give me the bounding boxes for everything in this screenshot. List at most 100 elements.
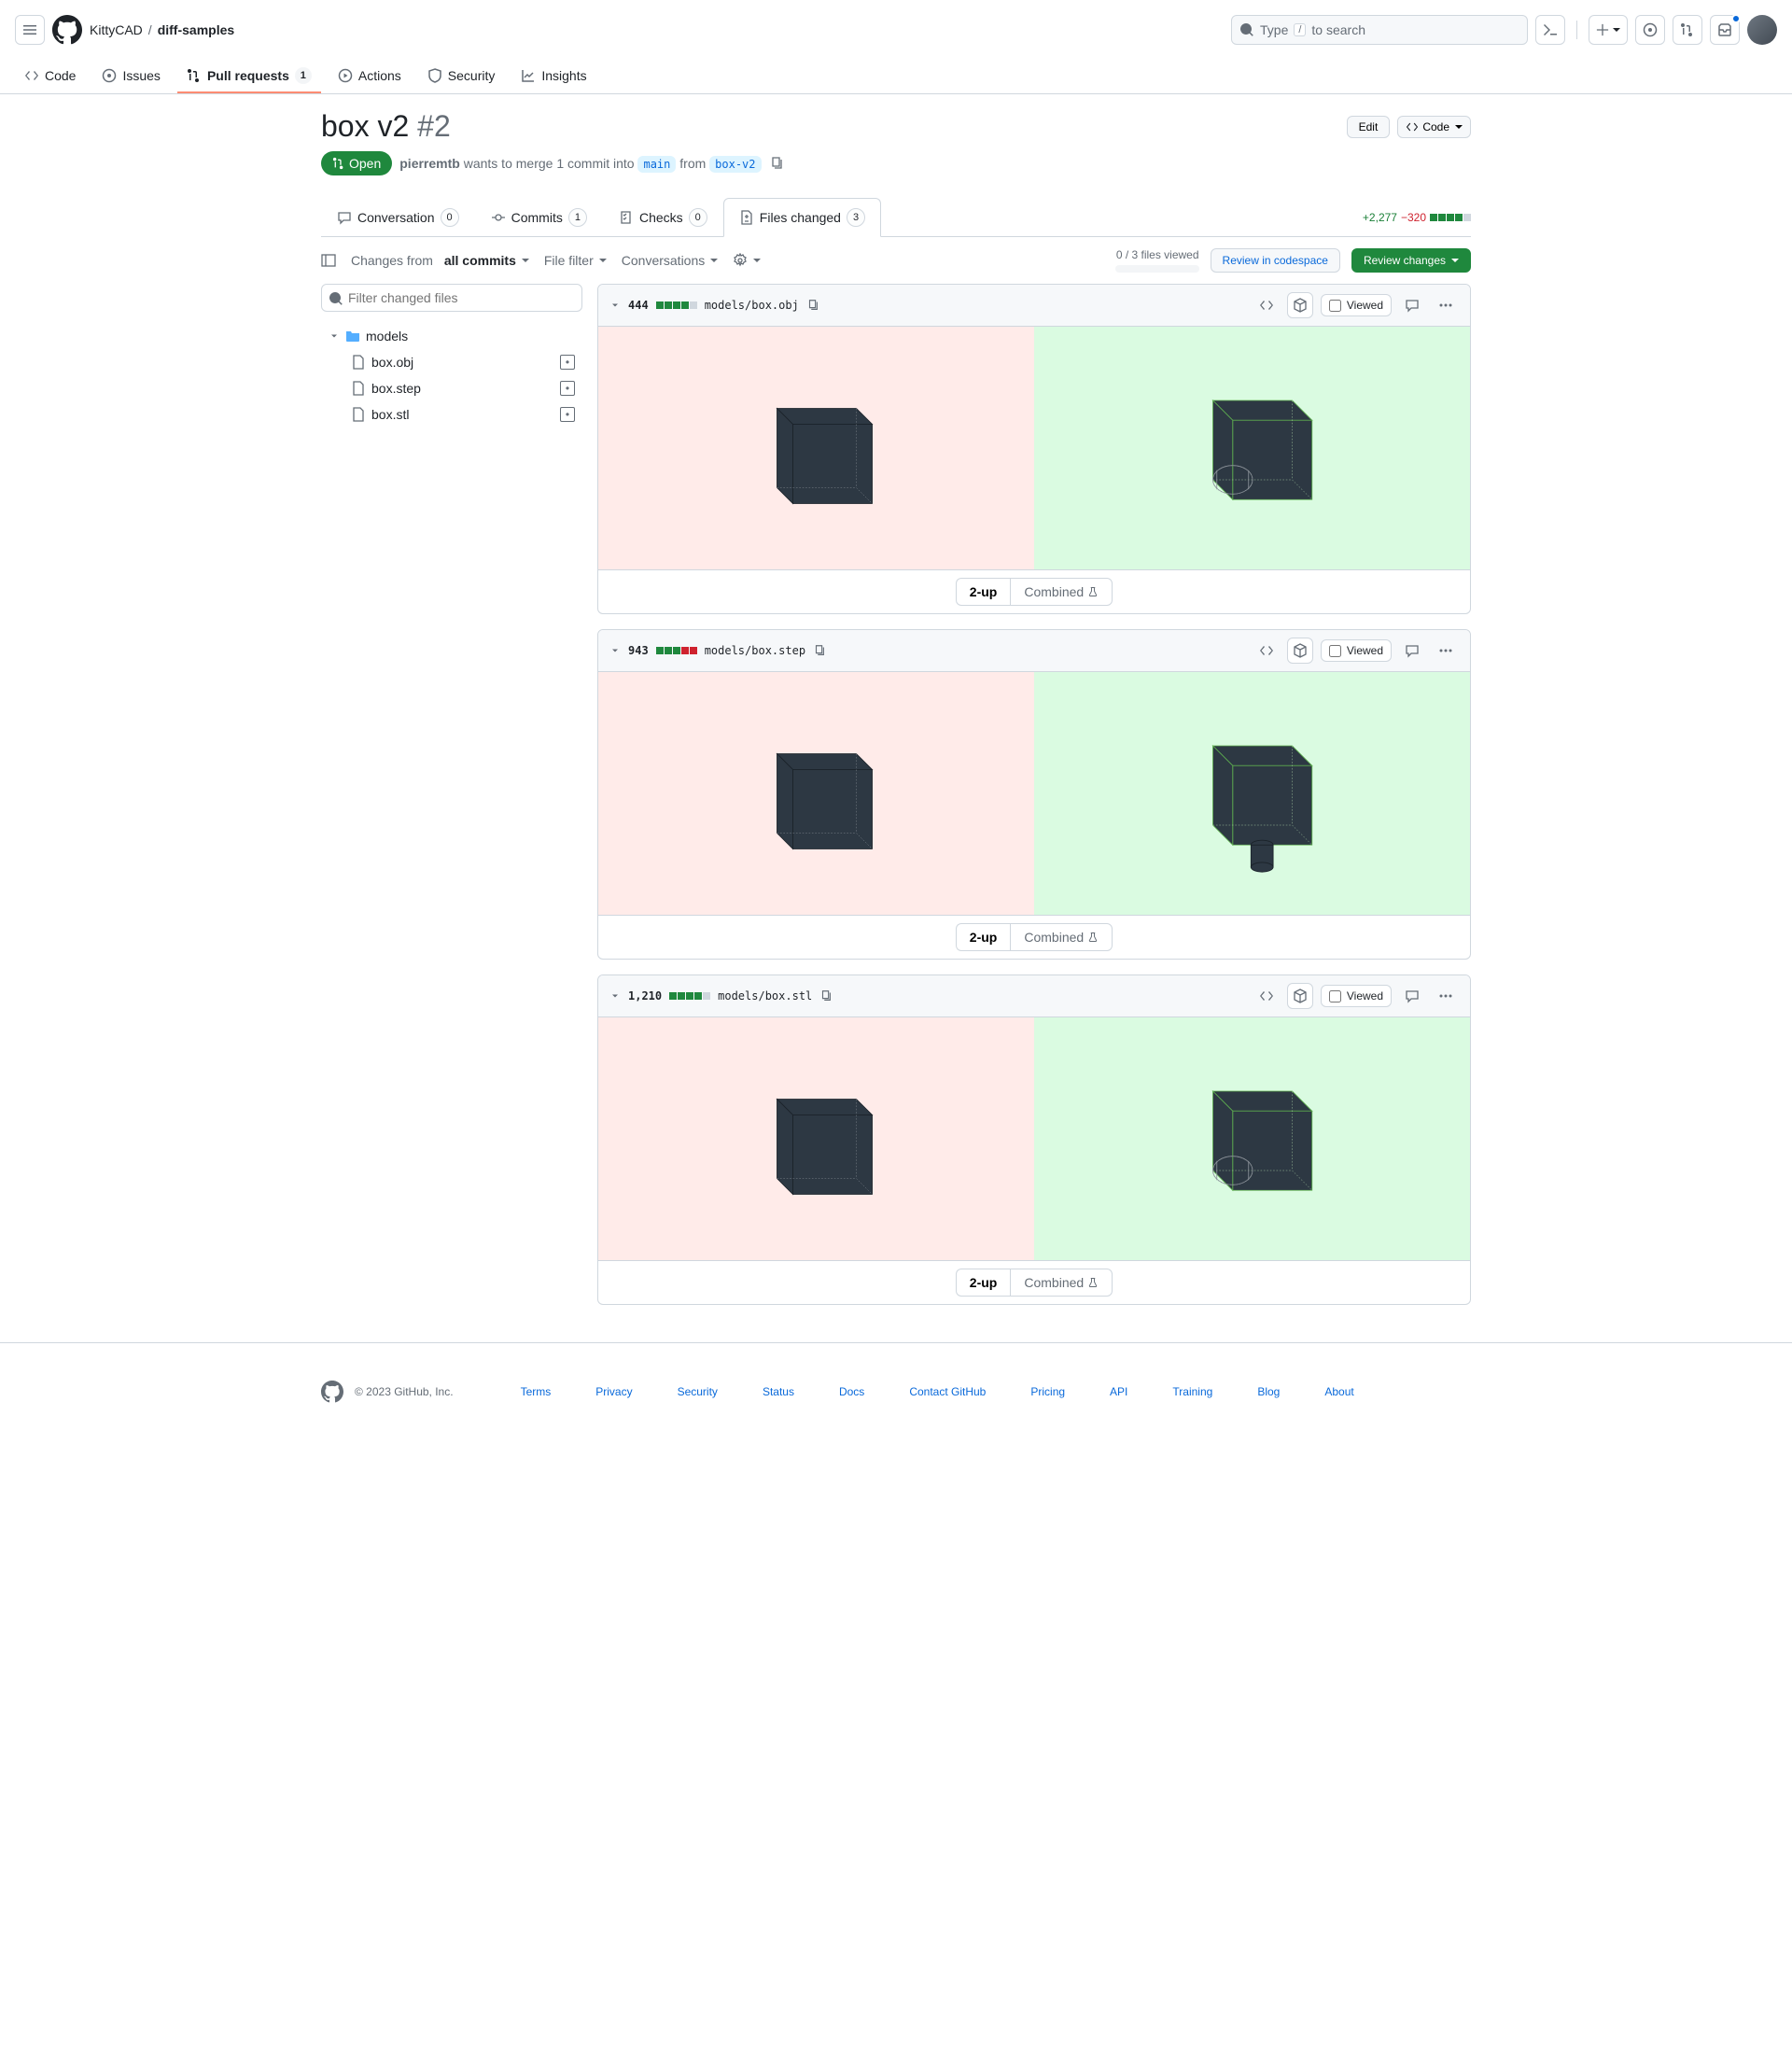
footer-link[interactable]: Docs [839, 1385, 864, 1398]
diff-new-preview[interactable] [1034, 327, 1470, 569]
shield-icon [427, 68, 442, 83]
comment-button[interactable] [1399, 983, 1425, 1009]
combined-button[interactable]: Combined [1010, 923, 1113, 951]
diff-old-preview[interactable] [598, 672, 1034, 915]
tree-folder-models[interactable]: models [321, 323, 582, 349]
tree-file[interactable]: box.step• [321, 375, 582, 401]
edit-button[interactable]: Edit [1347, 116, 1391, 138]
nav-actions[interactable]: Actions [329, 60, 411, 93]
review-codespace-button[interactable]: Review in codespace [1211, 248, 1340, 273]
hamburger-menu[interactable] [15, 15, 45, 45]
filter-files-input[interactable] [321, 284, 582, 312]
footer-link[interactable]: API [1110, 1385, 1127, 1398]
nav-insights[interactable]: Insights [511, 60, 595, 93]
footer-link[interactable]: Terms [521, 1385, 552, 1398]
footer-link[interactable]: Training [1172, 1385, 1212, 1398]
base-branch[interactable]: main [637, 156, 676, 173]
tree-file[interactable]: box.stl• [321, 401, 582, 428]
search-icon [329, 291, 343, 306]
diff-new-preview[interactable] [1034, 672, 1470, 915]
two-up-button[interactable]: 2-up [956, 923, 1011, 951]
conversations-dropdown[interactable]: Conversations [622, 253, 719, 268]
viewed-checkbox[interactable]: Viewed [1321, 985, 1392, 1007]
comment-button[interactable] [1399, 638, 1425, 664]
rendered-view-button[interactable] [1287, 983, 1313, 1009]
sidebar-toggle[interactable] [321, 253, 336, 268]
footer-link[interactable]: Pricing [1030, 1385, 1065, 1398]
source-view-button[interactable] [1253, 638, 1280, 664]
kebab-menu[interactable] [1433, 638, 1459, 664]
issue-icon [1643, 22, 1658, 37]
modified-badge: • [560, 355, 575, 370]
search-input[interactable]: Type / to search [1231, 15, 1528, 45]
file-filter-dropdown[interactable]: File filter [544, 253, 607, 268]
rendered-view-button[interactable] [1287, 638, 1313, 664]
pr-author[interactable]: pierremtb [399, 156, 460, 171]
search-icon [1239, 22, 1254, 37]
breadcrumb-repo[interactable]: diff-samples [158, 22, 234, 37]
issues-button[interactable] [1635, 15, 1665, 45]
nav-issues[interactable]: Issues [92, 60, 169, 93]
combined-button[interactable]: Combined [1010, 578, 1113, 606]
chevron-down-icon[interactable] [609, 300, 621, 311]
source-view-button[interactable] [1253, 983, 1280, 1009]
copy-icon[interactable] [813, 644, 826, 657]
file-path[interactable]: models/box.step [705, 644, 805, 657]
footer-link[interactable]: Status [763, 1385, 794, 1398]
comment-button[interactable] [1399, 292, 1425, 318]
notifications-button[interactable] [1710, 15, 1740, 45]
tree-file[interactable]: box.obj• [321, 349, 582, 375]
pull-requests-button[interactable] [1673, 15, 1702, 45]
rendered-view-button[interactable] [1287, 292, 1313, 318]
kebab-menu[interactable] [1433, 292, 1459, 318]
nav-security[interactable]: Security [418, 60, 505, 93]
chevron-down-icon[interactable] [609, 990, 621, 1002]
footer-link[interactable]: Contact GitHub [909, 1385, 986, 1398]
create-new-button[interactable] [1589, 15, 1628, 45]
footer-link[interactable]: Privacy [595, 1385, 632, 1398]
code-icon [1259, 988, 1274, 1003]
chevron-down-icon[interactable] [609, 645, 621, 656]
review-changes-button[interactable]: Review changes [1351, 248, 1471, 273]
combined-button[interactable]: Combined [1010, 1269, 1113, 1297]
pr-title: box v2 #2 [321, 109, 451, 144]
viewed-checkbox[interactable]: Viewed [1321, 294, 1392, 316]
source-view-button[interactable] [1253, 292, 1280, 318]
tab-files-changed[interactable]: Files changed 3 [723, 198, 881, 237]
two-up-button[interactable]: 2-up [956, 1269, 1011, 1297]
changes-from-dropdown[interactable]: Changes from all commits [351, 253, 529, 268]
copy-icon[interactable] [806, 299, 819, 312]
file-path[interactable]: models/box.stl [718, 989, 812, 1002]
pull-request-icon [1680, 22, 1695, 37]
file-path[interactable]: models/box.obj [705, 299, 799, 312]
head-branch[interactable]: box-v2 [709, 156, 761, 173]
viewed-checkbox[interactable]: Viewed [1321, 639, 1392, 662]
github-logo-icon[interactable] [52, 15, 82, 45]
diff-old-preview[interactable] [598, 1017, 1034, 1260]
command-palette-button[interactable] [1535, 15, 1565, 45]
chevron-down-icon [329, 330, 340, 342]
breadcrumb-owner[interactable]: KittyCAD [90, 22, 143, 37]
tab-commits[interactable]: Commits 1 [475, 198, 603, 236]
two-up-button[interactable]: 2-up [956, 578, 1011, 606]
footer-link[interactable]: Security [678, 1385, 718, 1398]
settings-dropdown[interactable] [733, 253, 761, 268]
copy-icon[interactable] [819, 989, 833, 1002]
nav-pull-requests[interactable]: Pull requests 1 [177, 60, 321, 93]
caret-down-icon [1455, 125, 1463, 129]
diff-old-preview[interactable] [598, 327, 1034, 569]
footer-link[interactable]: Blog [1257, 1385, 1280, 1398]
nav-code[interactable]: Code [15, 60, 85, 93]
tab-checks[interactable]: Checks 0 [603, 198, 723, 236]
file-change-count: 943 [628, 644, 649, 657]
code-dropdown[interactable]: Code [1397, 116, 1471, 138]
modified-badge: • [560, 381, 575, 396]
copy-icon[interactable] [769, 156, 784, 171]
cube-icon [1293, 988, 1308, 1003]
file-diff: 444models/box.objViewed2-upCombined [597, 284, 1471, 614]
kebab-menu[interactable] [1433, 983, 1459, 1009]
footer-link[interactable]: About [1324, 1385, 1353, 1398]
tab-conversation[interactable]: Conversation 0 [321, 198, 475, 236]
diff-new-preview[interactable] [1034, 1017, 1470, 1260]
user-avatar[interactable] [1747, 15, 1777, 45]
